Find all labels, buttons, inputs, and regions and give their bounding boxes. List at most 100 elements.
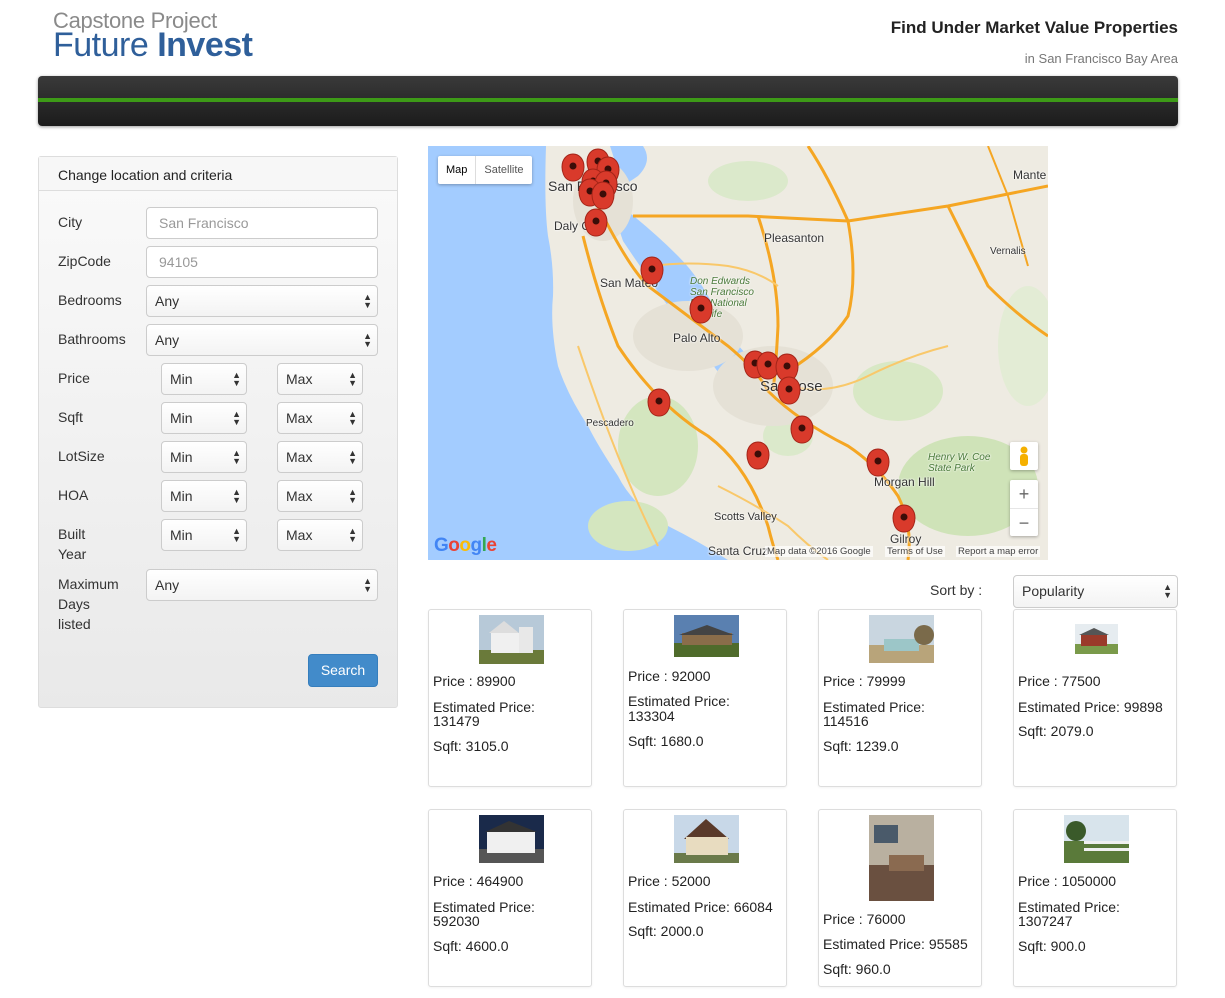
page-subtitle: in San Francisco Bay Area: [1024, 51, 1178, 66]
built-max-select[interactable]: Max ▲ ▼: [277, 519, 363, 551]
listing-sqft: Sqft: 1680.0: [628, 733, 704, 749]
listing-price: Price : 76000: [823, 911, 906, 927]
navbar: [38, 76, 1178, 126]
hoa-max-select[interactable]: Max ▲ ▼: [277, 480, 363, 512]
logo[interactable]: Future Invest: [53, 26, 253, 65]
google-logo: Google: [434, 535, 497, 556]
zipcode-input[interactable]: 94105: [146, 246, 378, 278]
house-photo: [1075, 624, 1118, 654]
listing-price: Price : 79999: [823, 673, 906, 689]
price-min-select[interactable]: Min ▲ ▼: [161, 363, 247, 395]
listing-estimated-price: 133304: [628, 708, 675, 724]
map-marker[interactable]: [689, 295, 713, 324]
zoom-out-button[interactable]: −: [1010, 509, 1038, 537]
days-listed-label-line-1: Maximum: [58, 576, 119, 592]
listing-sqft: Sqft: 900.0: [1018, 938, 1086, 954]
house-photo: [674, 815, 739, 863]
listing-price: Price : 92000: [628, 668, 711, 684]
built-min-value: Min: [170, 527, 193, 543]
sqft-label: Sqft: [58, 409, 83, 425]
select-arrows-icon: ▲ ▼: [1163, 582, 1172, 600]
map-marker[interactable]: [866, 448, 890, 477]
built-max-value: Max: [286, 527, 313, 543]
sort-value: Popularity: [1022, 583, 1085, 599]
hoa-min-select[interactable]: Min ▲ ▼: [161, 480, 247, 512]
listing-card[interactable]: Price : 92000 Estimated Price: 133304 Sq…: [623, 609, 787, 787]
house-photo: [1064, 815, 1129, 863]
listing-sqft: Sqft: 2079.0: [1018, 723, 1094, 739]
sort-select[interactable]: Popularity ▲ ▼: [1013, 575, 1178, 608]
map-marker[interactable]: [746, 441, 770, 470]
bedrooms-select[interactable]: Any ▲ ▼: [146, 285, 378, 317]
hoa-min-value: Min: [170, 488, 193, 504]
city-input[interactable]: San Francisco: [146, 207, 378, 239]
listing-card[interactable]: Price : 79999 Estimated Price: 114516 Sq…: [818, 609, 982, 787]
price-label: Price: [58, 370, 90, 386]
bathrooms-select[interactable]: Any ▲ ▼: [146, 324, 378, 356]
map-marker[interactable]: [591, 181, 615, 210]
map-marker[interactable]: [640, 256, 664, 285]
house-photo: [479, 815, 544, 863]
house-photo: [479, 615, 544, 664]
listing-price: Price : 464900: [433, 873, 524, 889]
listing-price: Price : 89900: [433, 673, 516, 689]
sqft-min-select[interactable]: Min ▲ ▼: [161, 402, 247, 434]
select-arrows-icon: ▲ ▼: [232, 370, 241, 388]
map-marker[interactable]: [892, 504, 916, 533]
map-markers: [561, 148, 916, 533]
house-photo: [869, 815, 934, 901]
listing-card[interactable]: Price : 76000 Estimated Price: 95585 Sqf…: [818, 809, 982, 987]
built-min-select[interactable]: Min ▲ ▼: [161, 519, 247, 551]
price-max-select[interactable]: Max ▲ ▼: [277, 363, 363, 395]
listing-card[interactable]: Price : 464900 Estimated Price: 592030 S…: [428, 809, 592, 987]
hoa-max-value: Max: [286, 488, 313, 504]
hoa-label: HOA: [58, 487, 89, 503]
select-arrows-icon: ▲ ▼: [348, 370, 357, 388]
map-terms-link[interactable]: Terms of Use: [885, 546, 945, 557]
select-arrows-icon: ▲ ▼: [232, 409, 241, 427]
listing-price: Price : 1050000: [1018, 873, 1117, 889]
navbar-accent-stripe: [38, 98, 1178, 102]
criteria-panel-header: Change location and criteria: [39, 157, 397, 191]
select-arrows-icon: ▲ ▼: [363, 331, 372, 349]
days-listed-label-line-2: Days: [58, 596, 90, 612]
sqft-max-select[interactable]: Max ▲ ▼: [277, 402, 363, 434]
search-button[interactable]: Search: [308, 654, 378, 687]
lotsize-min-select[interactable]: Min ▲ ▼: [161, 441, 247, 473]
map-marker[interactable]: [790, 415, 814, 444]
listing-card[interactable]: Price : 77500 Estimated Price: 99898 Sqf…: [1013, 609, 1177, 787]
criteria-panel-title: Change location and criteria: [58, 167, 233, 183]
bathrooms-label: Bathrooms: [58, 331, 126, 347]
lotsize-min-value: Min: [170, 449, 193, 465]
days-listed-select[interactable]: Any ▲ ▼: [146, 569, 378, 601]
page-title: Find Under Market Value Properties: [890, 18, 1178, 37]
select-arrows-icon: ▲ ▼: [348, 526, 357, 544]
map-report-error-link[interactable]: Report a map error: [956, 546, 1041, 557]
listing-card[interactable]: Price : 89900 Estimated Price: 131479 Sq…: [428, 609, 592, 787]
map-marker[interactable]: [561, 153, 585, 182]
lotsize-max-select[interactable]: Max ▲ ▼: [277, 441, 363, 473]
select-arrows-icon: ▲ ▼: [348, 487, 357, 505]
select-arrows-icon: ▲ ▼: [348, 409, 357, 427]
listing-price: Price : 52000: [628, 873, 711, 889]
listing-card[interactable]: Price : 52000 Estimated Price: 66084 Sqf…: [623, 809, 787, 987]
listing-card[interactable]: Price : 1050000 Estimated Price: 1307247…: [1013, 809, 1177, 987]
listing-price: Price : 77500: [1018, 673, 1101, 689]
built-year-label: Built Year: [58, 524, 86, 564]
listing-estimated-label: Estimated Price:: [628, 693, 730, 709]
map-marker[interactable]: [584, 208, 608, 237]
map[interactable]: MapSatellite San Francisco Daly City San…: [428, 146, 1048, 560]
select-arrows-icon: ▲ ▼: [363, 576, 372, 594]
map-marker[interactable]: [777, 376, 801, 405]
logo-word-2: Invest: [157, 26, 253, 64]
zoom-in-button[interactable]: +: [1010, 480, 1038, 509]
map-data-attribution: Map data ©2016 Google: [765, 546, 873, 557]
select-arrows-icon: ▲ ▼: [348, 448, 357, 466]
listing-sqft: Sqft: 1239.0: [823, 738, 899, 754]
bathrooms-value: Any: [155, 332, 180, 348]
map-marker[interactable]: [647, 388, 671, 417]
built-year-label-line-2: Year: [58, 546, 87, 562]
listing-estimated-price: 114516: [823, 713, 869, 729]
pegman-icon[interactable]: [1010, 442, 1038, 470]
days-listed-label: Maximum Days listed: [58, 574, 119, 634]
